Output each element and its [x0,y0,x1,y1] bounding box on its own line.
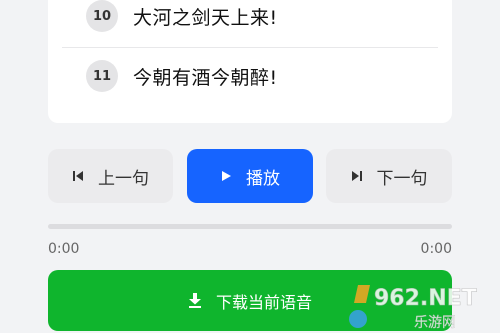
sentence-text: 大河之剑天上来! [133,6,278,29]
sentence-number-badge: 10 [86,0,118,32]
current-time: 0:00 [48,241,80,257]
play-button[interactable]: 播放 [187,149,313,203]
sentence-list-card: 10 大河之剑天上来! 11 今朝有酒今朝醉! [48,0,452,123]
play-icon [220,170,232,182]
download-label: 下载当前语音 [215,292,312,312]
next-sentence-button[interactable]: 下一句 [326,149,452,203]
sentence-text: 今朝有酒今朝醉! [133,66,278,89]
sentence-number-badge: 11 [86,60,118,92]
progress-slider[interactable] [48,224,452,229]
download-audio-button[interactable]: 下载当前语音 [48,270,452,331]
next-sentence-label: 下一句 [376,168,428,189]
download-icon [188,293,202,308]
previous-sentence-button[interactable]: 上一句 [48,149,173,203]
skip-previous-icon [72,170,84,182]
sentence-item[interactable]: 10 大河之剑天上来! [86,0,278,36]
sentence-item[interactable]: 11 今朝有酒今朝醉! [86,56,278,96]
divider [62,47,438,48]
skip-next-icon [351,170,363,182]
play-label: 播放 [246,168,280,189]
total-time: 0:00 [420,241,452,257]
previous-sentence-label: 上一句 [98,168,149,189]
